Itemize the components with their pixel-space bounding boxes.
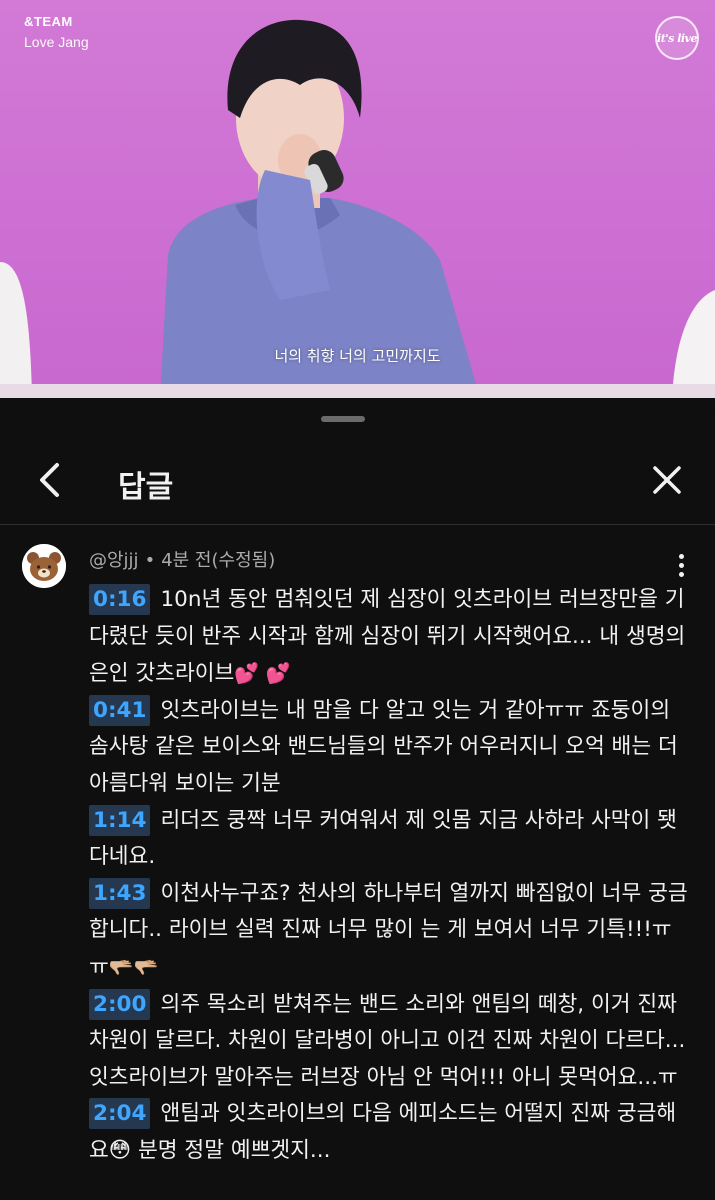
paragraph-text: 이천사누구죠? 천사의 하나부터 열까지 빠짐없이 너무 궁금합니다.. 라이브… (89, 880, 688, 980)
back-button[interactable] (28, 458, 72, 502)
timestamp-link[interactable]: 0:41 (89, 694, 151, 726)
video-subtitle: 너의 취향 너의 고민까지도 (274, 347, 441, 365)
video-frame (0, 19, 715, 398)
timestamp-link[interactable]: 0:16 (89, 584, 151, 615)
panel-title: 답글 (118, 470, 174, 505)
stage-floor (0, 384, 715, 398)
replies-panel: 답글 @앙jjj • 4분 전(수정됨) 0:16 10n년 동안 멈춰잇던 제… (0, 398, 715, 1200)
header-divider (0, 524, 715, 525)
comment-paragraph: 2:00 의주 목소리 받쳐주는 밴드 소리와 앤팀의 떼창, 이거 진짜 차원이… (89, 987, 689, 1097)
more-vert-dot (678, 562, 684, 568)
meta-separator: • (144, 550, 156, 571)
comment-paragraph: 0:41 잇츠라이브는 내 맘을 다 알고 잇는 거 같아ㅠㅠ 죠둥이의 솜사탕 … (89, 693, 689, 803)
comment-body: 0:16 10n년 동안 멈춰잇던 제 심장이 잇츠라이브 러브장만을 기다렸단 … (89, 582, 689, 1170)
close-button[interactable] (645, 458, 689, 502)
comment-paragraph: 1:14 리더즈 쿵짝 너무 커여워서 제 잇몸 지금 사하라 사막이 됏다네요. (89, 803, 689, 876)
drag-handle[interactable] (321, 416, 365, 422)
panel-header: 답글 (0, 438, 715, 524)
bear-avatar-icon (22, 544, 66, 588)
timestamp-link[interactable]: 1:14 (89, 804, 151, 836)
video-player[interactable]: &TEAM Love Jang it's live 너의 취향 너의 고민까지도 (0, 0, 715, 398)
comment-paragraph: 0:16 10n년 동안 멈춰잇던 제 심장이 잇츠라이브 러브장만을 기다렸단 … (89, 582, 689, 693)
hand-emoji: 🫳🏼🫳🏼 (108, 954, 159, 979)
chevron-left-icon (40, 463, 59, 497)
comment-author[interactable]: @앙jjj (89, 550, 139, 571)
avatar[interactable] (22, 544, 66, 588)
comment-time: 4분 전(수정됨) (161, 550, 276, 571)
song-title: Love Jang (24, 34, 89, 50)
more-options-button[interactable] (669, 550, 693, 580)
paragraph-text: 잇츠라이브는 내 맘을 다 알고 잇는 거 같아ㅠㅠ 죠둥이의 솜사탕 같은 보… (89, 697, 678, 796)
paragraph-text: 리더즈 쿵짝 너무 커여워서 제 잇몸 지금 사하라 사막이 됏다네요. (89, 807, 677, 870)
comment-paragraph: 1:43 이천사누구죠? 천사의 하나부터 열까지 빠짐없이 너무 궁금합니다..… (89, 876, 689, 987)
timestamp-link[interactable]: 1:43 (89, 877, 151, 909)
timestamp-link[interactable]: 2:00 (89, 988, 151, 1020)
paragraph-text: 의주 목소리 받쳐주는 밴드 소리와 앤팀의 떼창, 이거 진짜 차원이 달르다… (89, 991, 686, 1090)
more-vert-dot (678, 571, 684, 577)
paragraph-text: 10n년 동안 멈춰잇던 제 심장이 잇츠라이브 러브장만을 기다렸단 듯이 반… (89, 587, 686, 687)
more-vert-icon (678, 553, 684, 559)
paragraph-text: 앤팀과 잇츠라이브의 다음 에피소드는 어떨지 진짜 궁금해요😳 분명 정말 예… (89, 1101, 677, 1163)
timestamp-link[interactable]: 2:04 (89, 1098, 151, 1130)
hearts-emoji: 💕 💕 (234, 661, 291, 686)
close-icon (653, 466, 681, 494)
comment-meta: @앙jjj • 4분 전(수정됨) (89, 546, 275, 572)
itslive-logo: it's live (655, 16, 699, 60)
channel-name: &TEAM (24, 14, 73, 29)
comment-paragraph: 2:04 앤팀과 잇츠라이브의 다음 에피소드는 어떨지 진짜 궁금해요😳 분명 … (89, 1096, 689, 1169)
